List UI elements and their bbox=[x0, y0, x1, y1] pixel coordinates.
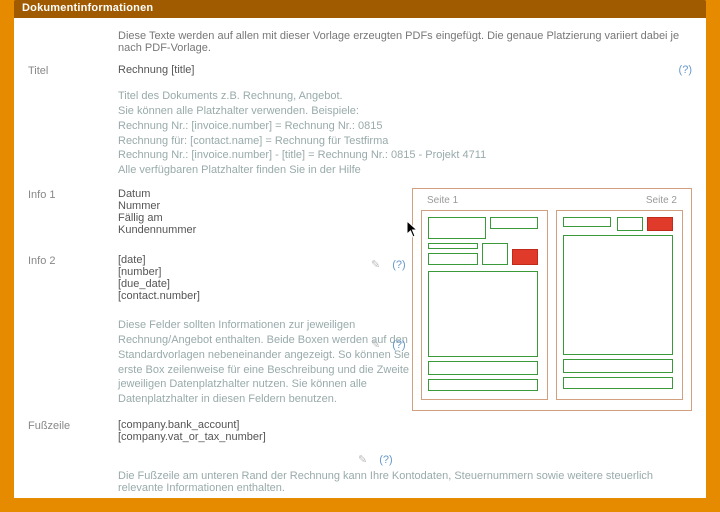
title-row: Titel Rechnung [title] (?) bbox=[28, 64, 692, 77]
info1-help: ✎ (?) bbox=[371, 258, 406, 271]
footer-note: Die Fußzeile am unteren Rand der Rechnun… bbox=[118, 470, 692, 494]
info2-row: Info 2 [date] [number] [due_date] [conta… bbox=[28, 254, 368, 302]
pv-box bbox=[428, 361, 538, 375]
pv-highlight bbox=[512, 249, 538, 265]
info2-help: ✎ (?) bbox=[371, 338, 406, 351]
pv-box bbox=[563, 235, 673, 355]
info-left: Info 1 Datum Nummer Fällig am Kundennumm… bbox=[28, 188, 368, 312]
info2-value[interactable]: [date] [number] [due_date] [contact.numb… bbox=[118, 254, 368, 302]
pencil-icon[interactable]: ✎ bbox=[358, 453, 367, 466]
info1-label: Info 1 bbox=[28, 188, 118, 236]
preview-pages bbox=[421, 210, 683, 400]
title-hints: Titel des Dokuments z.B. Rechnung, Angeb… bbox=[118, 89, 692, 178]
pv-box bbox=[428, 271, 538, 357]
pv-box bbox=[428, 253, 478, 265]
intro-text: Diese Texte werden auf allen mit dieser … bbox=[118, 30, 692, 54]
preview-page-2 bbox=[556, 210, 683, 400]
panel-body: Diese Texte werden auf allen mit dieser … bbox=[14, 18, 706, 498]
title-hints-row: Titel des Dokuments z.B. Rechnung, Angeb… bbox=[28, 87, 692, 178]
pv-highlight bbox=[647, 217, 673, 231]
pencil-icon[interactable]: ✎ bbox=[371, 258, 380, 271]
title-help-icon[interactable]: (?) bbox=[679, 64, 692, 76]
pv-box bbox=[428, 243, 478, 249]
pv-box bbox=[617, 217, 643, 231]
pv-box bbox=[490, 217, 538, 229]
pencil-icon[interactable]: ✎ bbox=[371, 338, 380, 351]
pv-box bbox=[563, 377, 673, 389]
pv-box bbox=[563, 359, 673, 373]
page-preview: Seite 1 Seite 2 bbox=[412, 188, 692, 411]
info-columns: Info 1 Datum Nummer Fällig am Kundennumm… bbox=[28, 188, 692, 312]
app-frame: Dokumentinformationen Diese Texte werden… bbox=[0, 0, 720, 512]
footer-help: ✎ (?) bbox=[358, 453, 692, 466]
info2-help-icon[interactable]: (?) bbox=[392, 339, 405, 351]
footer-value[interactable]: [company.bank_account] [company.vat_or_t… bbox=[118, 419, 692, 443]
footer-label: Fußzeile bbox=[28, 419, 118, 443]
title-value[interactable]: Rechnung [title] bbox=[118, 64, 479, 76]
info2-label: Info 2 bbox=[28, 254, 118, 302]
preview-label-2: Seite 2 bbox=[646, 195, 677, 206]
panel-header: Dokumentinformationen bbox=[14, 0, 706, 18]
pv-box bbox=[428, 379, 538, 391]
info1-value[interactable]: Datum Nummer Fällig am Kundennummer bbox=[118, 188, 368, 236]
footer-help-icon[interactable]: (?) bbox=[379, 454, 392, 466]
info-note: Diese Felder sollten Informationen zur j… bbox=[118, 318, 448, 407]
footer-row: Fußzeile [company.bank_account] [company… bbox=[28, 419, 692, 443]
info1-row: Info 1 Datum Nummer Fällig am Kundennumm… bbox=[28, 188, 368, 236]
panel-title: Dokumentinformationen bbox=[22, 2, 153, 14]
pv-box bbox=[428, 217, 486, 239]
preview-labels: Seite 1 Seite 2 bbox=[421, 195, 683, 210]
title-label: Titel bbox=[28, 64, 118, 77]
info1-help-icon[interactable]: (?) bbox=[392, 259, 405, 271]
pv-box bbox=[563, 217, 611, 227]
preview-page-1 bbox=[421, 210, 548, 400]
info-right: ✎ (?) ✎ (?) Seite 1 Seite 2 bbox=[368, 188, 692, 312]
preview-label-1: Seite 1 bbox=[427, 195, 458, 206]
pv-box bbox=[482, 243, 508, 265]
